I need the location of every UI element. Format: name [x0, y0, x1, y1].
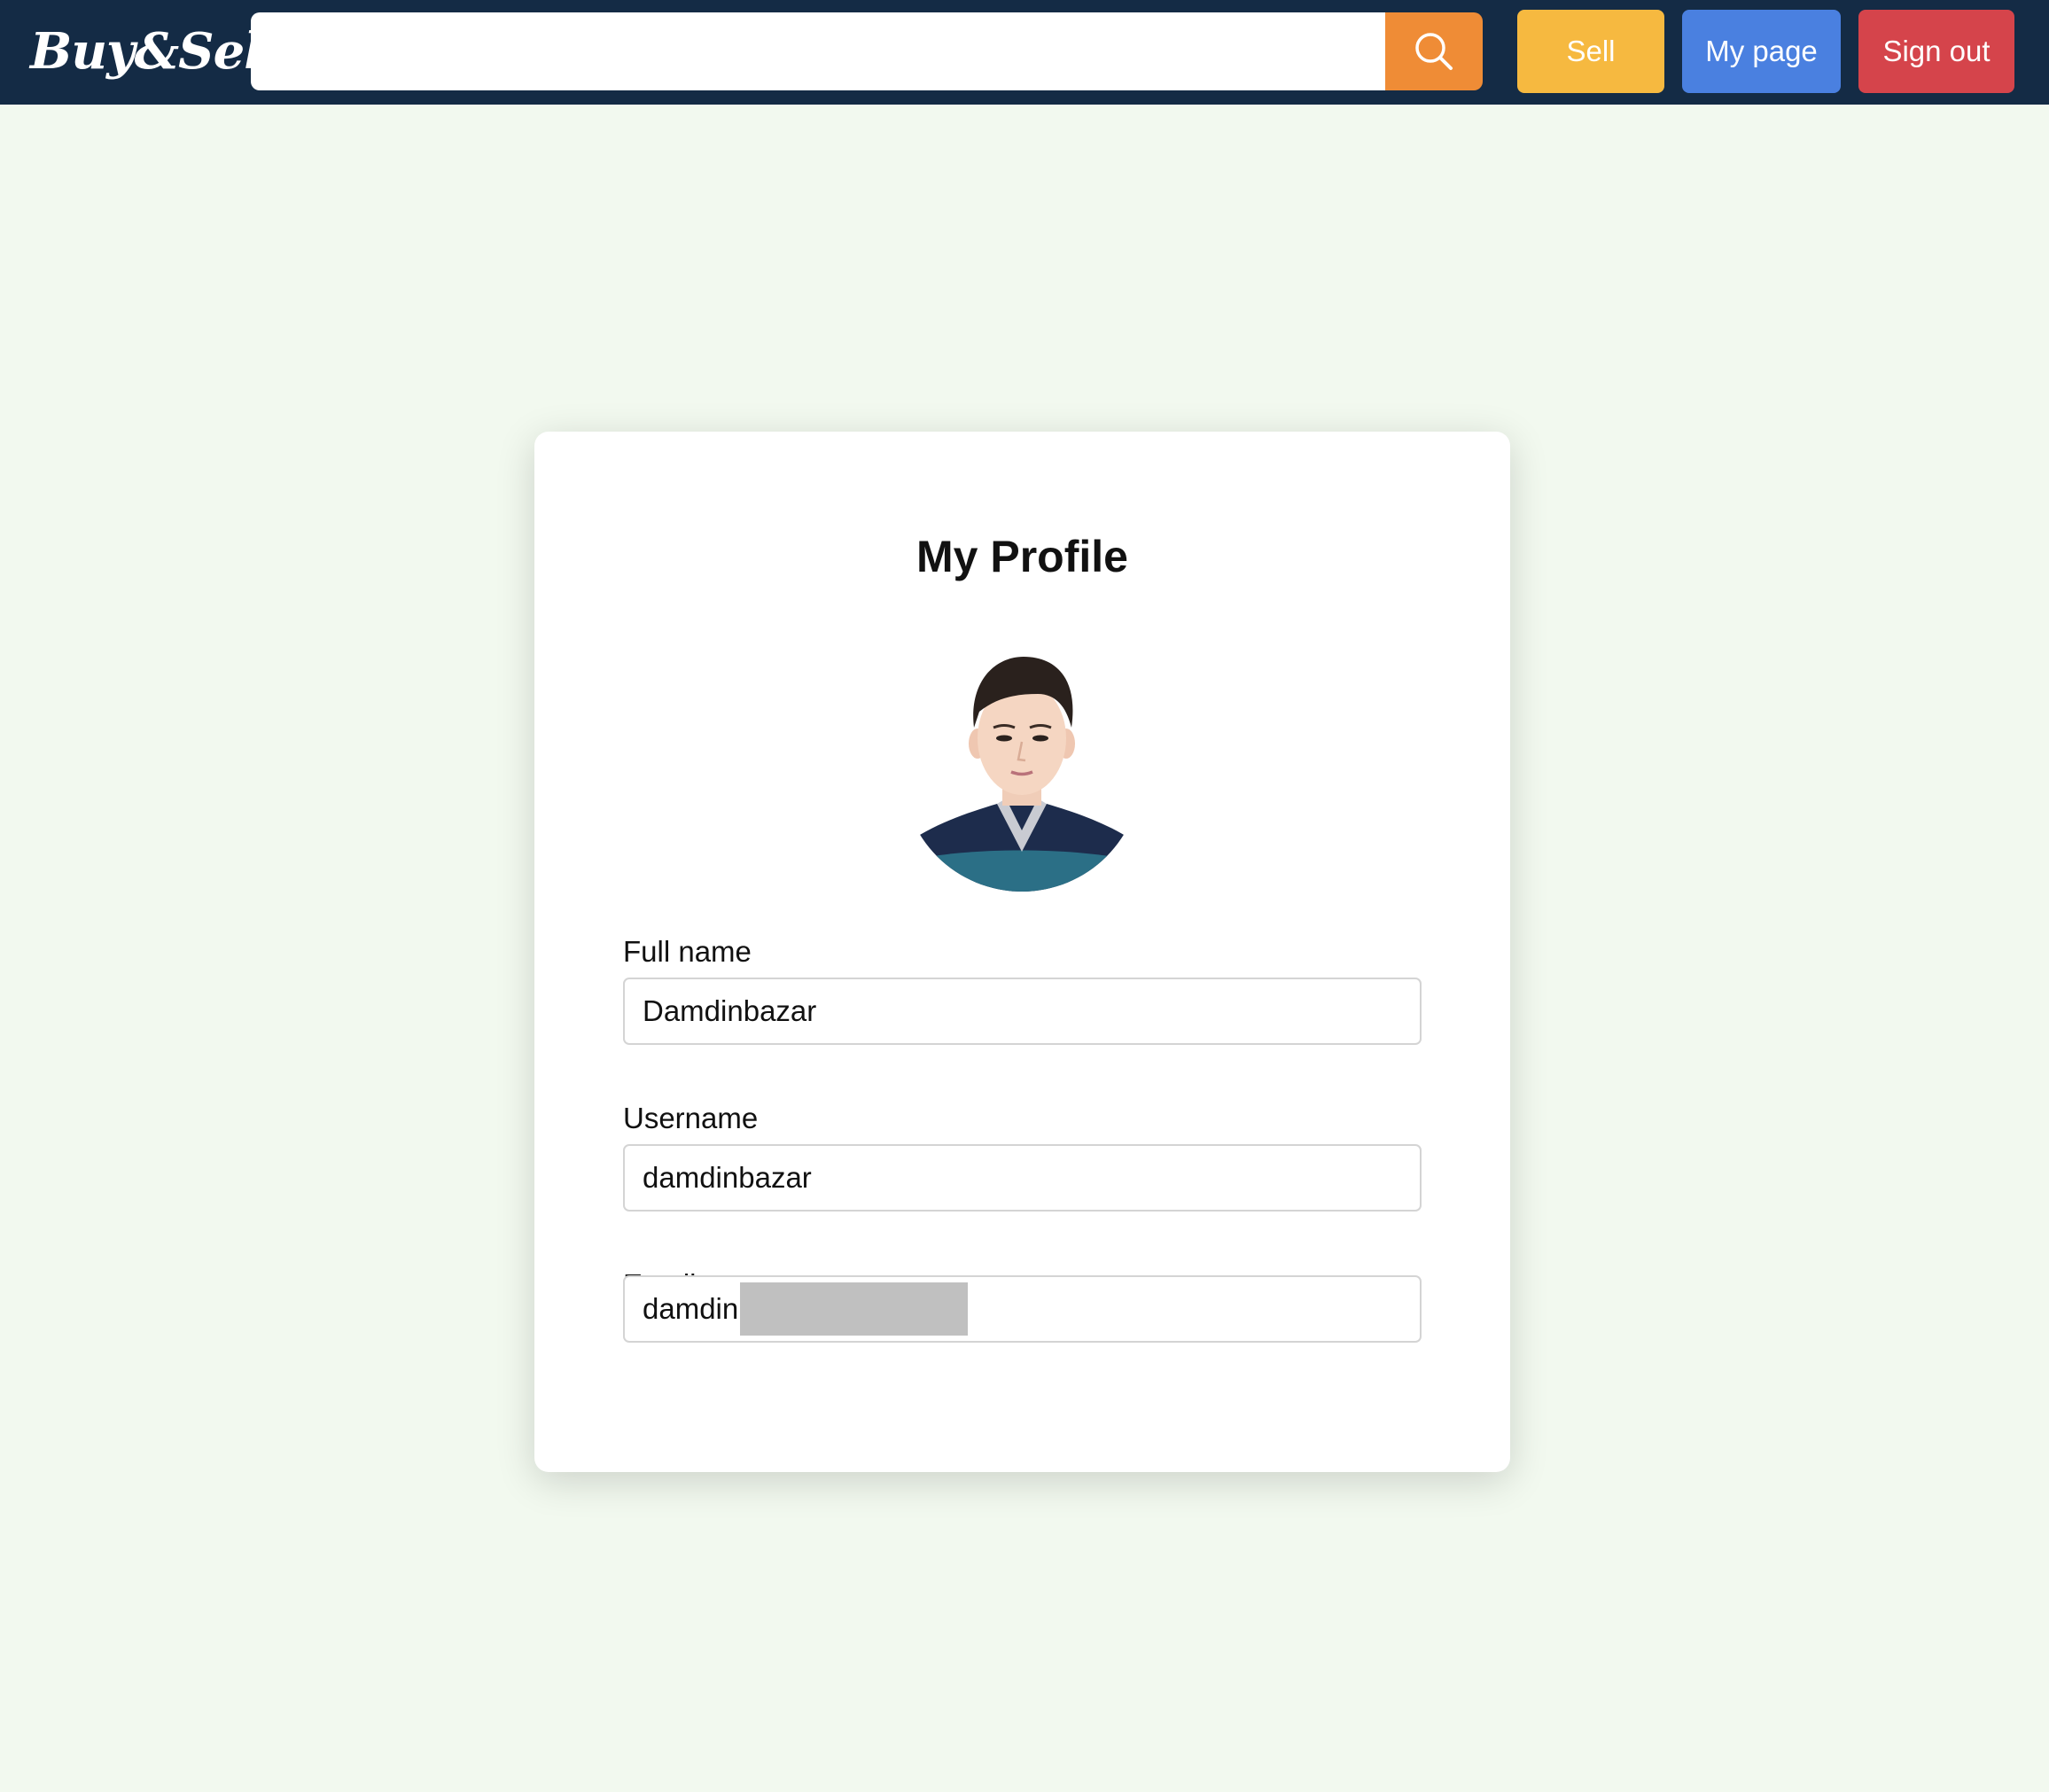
- search-button[interactable]: [1385, 12, 1483, 90]
- sell-button[interactable]: Sell: [1517, 10, 1664, 93]
- full-name-field[interactable]: [623, 978, 1422, 1045]
- redaction-block: [740, 1282, 968, 1336]
- avatar: [905, 639, 1139, 892]
- username-field[interactable]: [623, 1144, 1422, 1212]
- page-title: My Profile: [916, 532, 1128, 581]
- navbar: Buy&Sell Sell My page Sign out: [0, 0, 2049, 105]
- profile-photo: [905, 652, 1139, 892]
- search-input[interactable]: [251, 12, 1385, 90]
- profile-card: My Profile Full name Damdinbazar Usernam…: [534, 432, 1510, 1472]
- my-page-button[interactable]: My page: [1682, 10, 1841, 93]
- full-name-label: Full name: [623, 935, 752, 968]
- username-label: Username: [623, 1102, 759, 1134]
- brand-logo[interactable]: Buy&Sell: [30, 19, 281, 83]
- search-bar: [251, 12, 1483, 90]
- sign-out-button[interactable]: Sign out: [1858, 10, 2014, 93]
- search-icon: [1415, 33, 1453, 70]
